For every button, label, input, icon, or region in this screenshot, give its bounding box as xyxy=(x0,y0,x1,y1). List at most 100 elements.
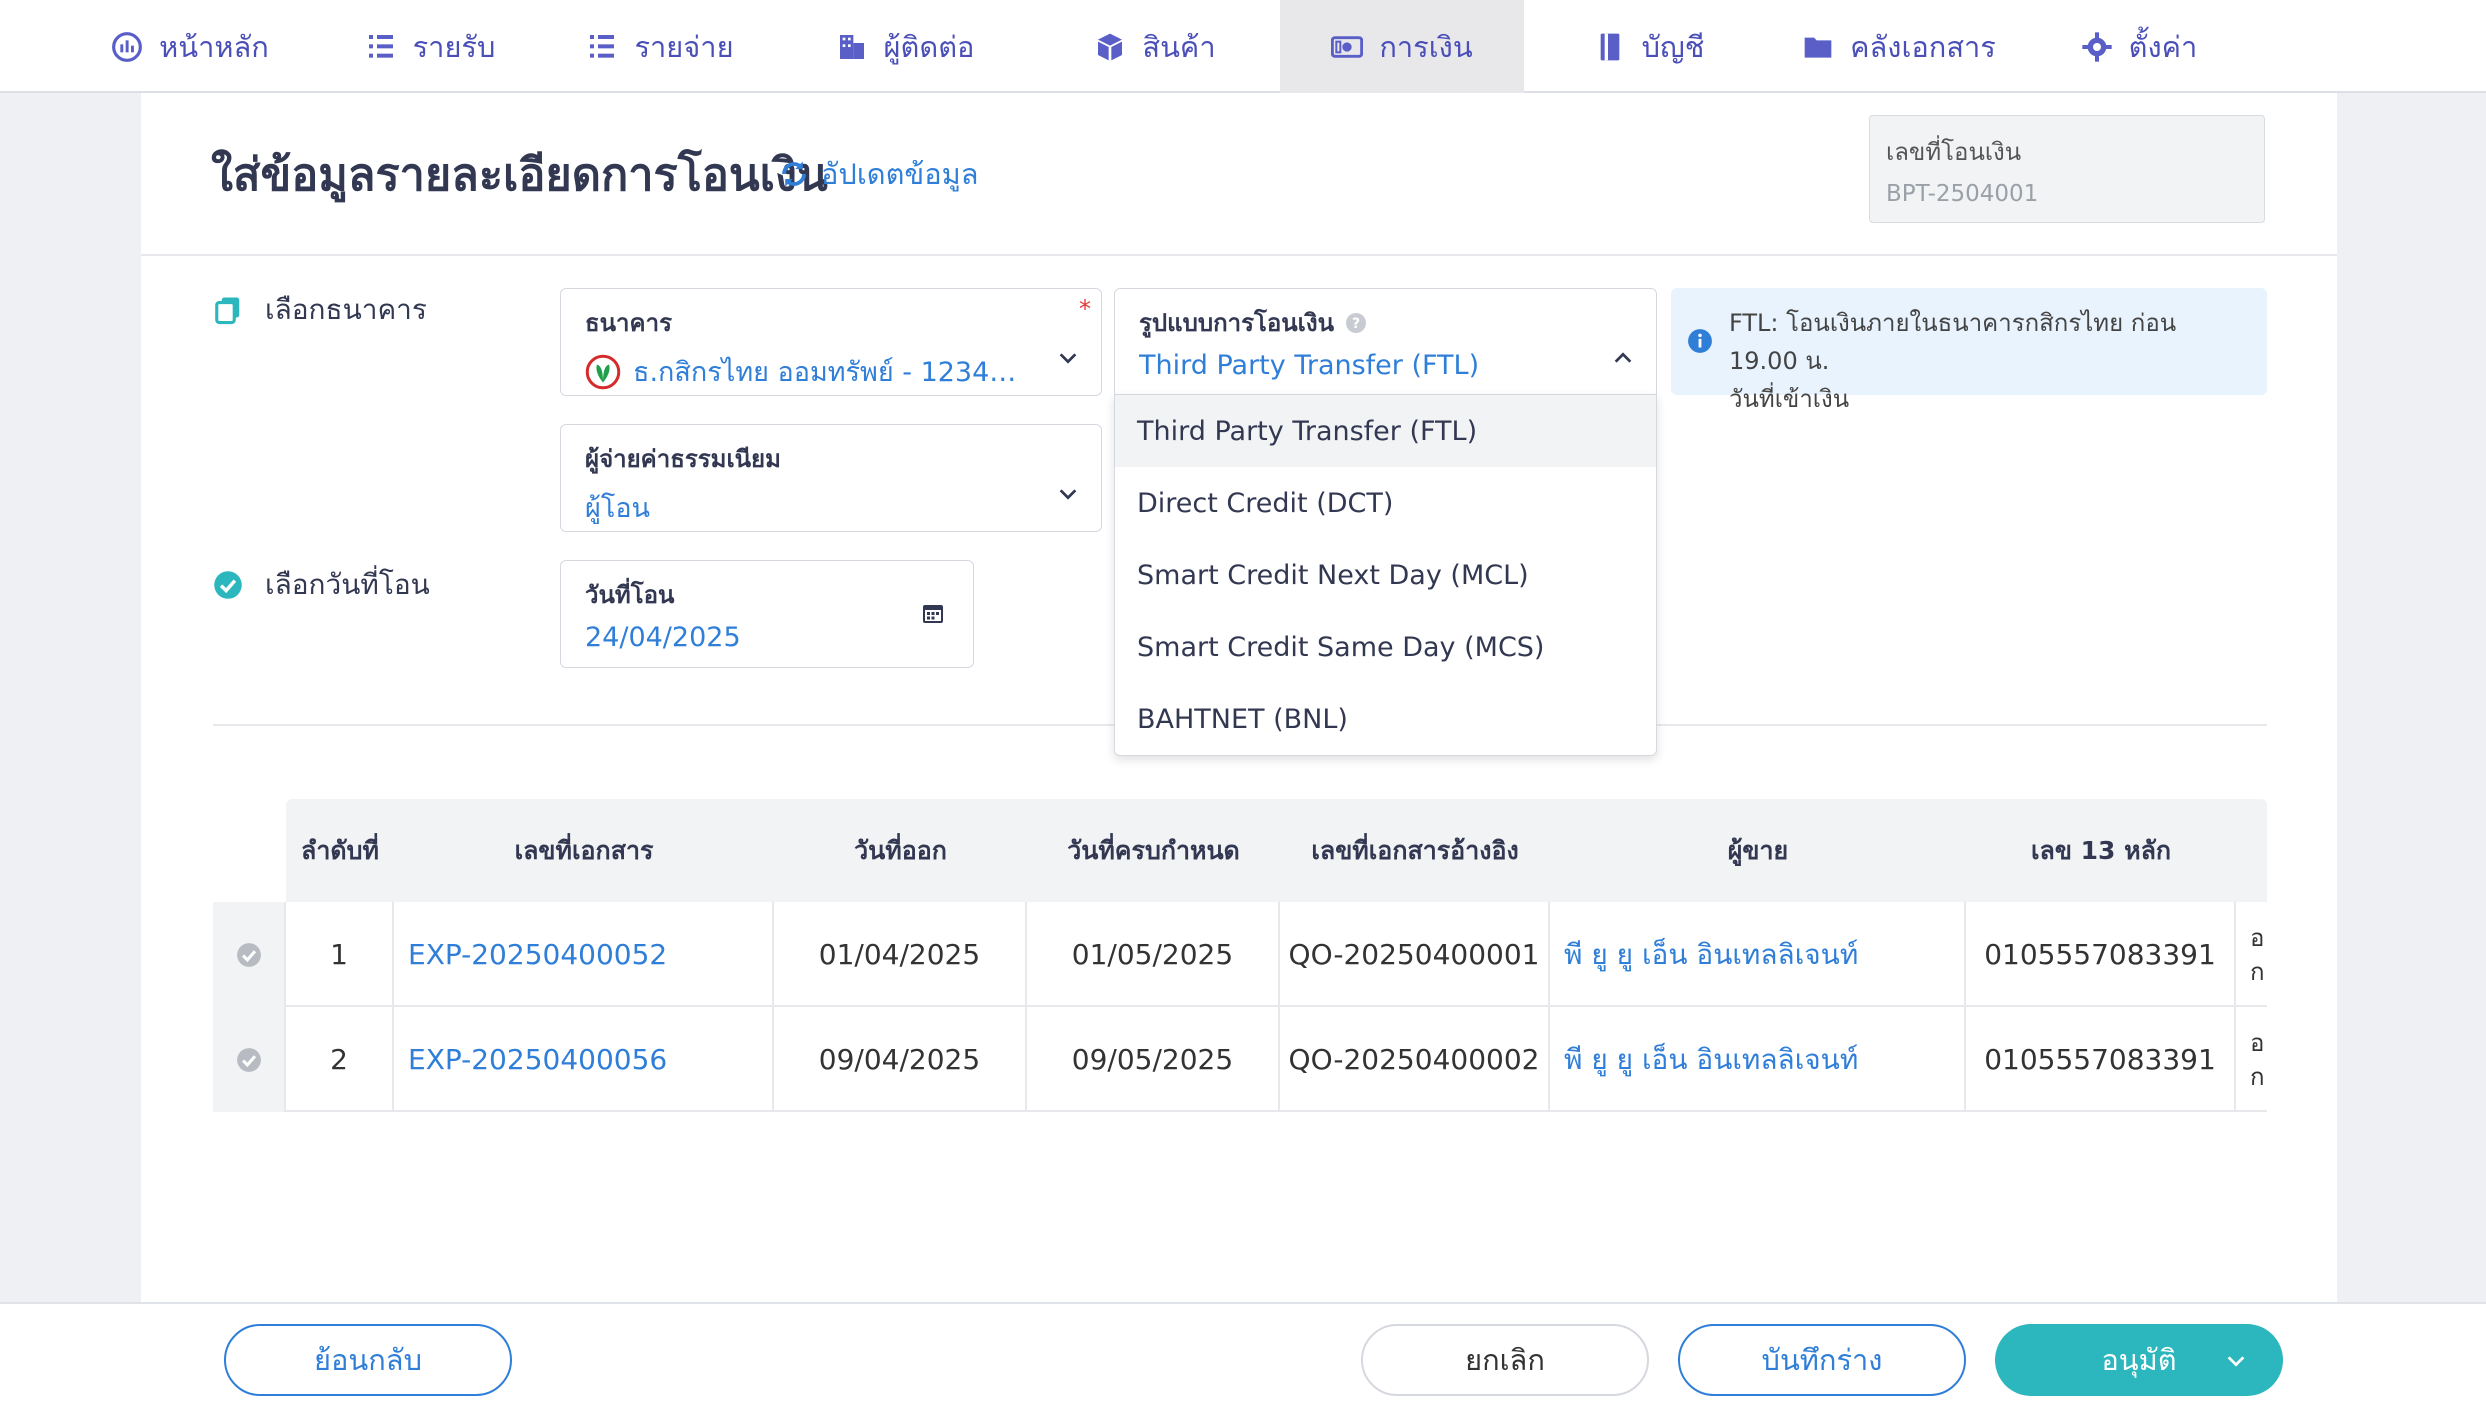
nav-item-home[interactable]: หน้าหลัก xyxy=(80,0,300,93)
nav-label: รายจ่าย xyxy=(634,29,734,64)
table-row[interactable]: 1 EXP-20250400052 01/04/2025 01/05/2025 … xyxy=(213,902,2267,1007)
copy-icon xyxy=(215,297,240,325)
bank-value: ธ.กสิกรไทย ออมทรัพย์ - 12345... xyxy=(585,350,1077,393)
chevron-down-icon[interactable] xyxy=(2225,1350,2247,1372)
row-check-icon xyxy=(236,942,261,967)
nav-item-income[interactable]: รายรับ xyxy=(320,0,540,93)
approve-button[interactable]: อนุมัติ xyxy=(1995,1324,2283,1396)
vendor-link[interactable]: พี ยู ยู เอ็น อินเทลลิเจนท์ xyxy=(1550,1007,1966,1112)
due-date: 09/05/2025 xyxy=(1027,1007,1280,1112)
transfer-number-value: BPT-2504001 xyxy=(1886,181,2039,207)
transfer-type-label: รูปแบบการโอนเงิน xyxy=(1139,309,1334,337)
tax-id: 0105557083391 xyxy=(1966,1007,2236,1112)
fee-payer-label: ผู้จ่ายค่าธรรมเนียม xyxy=(585,445,781,473)
transfer-date-value: 24/04/2025 xyxy=(585,622,741,653)
transfer-number-label: เลขที่โอนเงิน xyxy=(1886,138,2022,166)
help-icon[interactable]: ? xyxy=(1344,311,1368,335)
dropdown-option[interactable]: BAHTNET (BNL) xyxy=(1115,683,1656,755)
transfer-type-dropdown: Third Party Transfer (FTL) Direct Credit… xyxy=(1114,394,1657,756)
column-header: เลข 13 หลัก xyxy=(2030,835,2172,865)
check-circle-icon xyxy=(214,571,242,599)
table-row[interactable]: 2 EXP-20250400056 09/04/2025 09/05/2025 … xyxy=(213,1007,2267,1112)
info-line-2: วันที่เข้าเงิน xyxy=(1729,385,1850,413)
vendor-link[interactable]: พี ยู ยู เอ็น อินเทลลิเจนท์ xyxy=(1550,902,1966,1007)
transfer-type-label-row: รูปแบบการโอนเงิน ? xyxy=(1139,303,1632,342)
dropdown-option[interactable]: Direct Credit (DCT) xyxy=(1115,467,1656,539)
reference-number: QO-20250400001 xyxy=(1280,902,1550,1007)
transfer-number-field: เลขที่โอนเงิน BPT-2504001 xyxy=(1869,115,2265,223)
nav-item-expense[interactable]: รายจ่าย xyxy=(540,0,780,93)
table-header: ลำดับที่ เลขที่เอกสาร วันที่ออก วันที่คร… xyxy=(286,799,2267,902)
dropdown-option[interactable]: Third Party Transfer (FTL) xyxy=(1115,395,1656,467)
nav-item-accounting[interactable]: บัญชี xyxy=(1524,0,1774,93)
svg-text:?: ? xyxy=(1352,316,1360,332)
ledger-icon xyxy=(1600,33,1619,60)
money-icon xyxy=(1331,35,1364,58)
required-mark: * xyxy=(1079,295,1091,323)
column-header: ลำดับที่ xyxy=(301,835,379,865)
section-select-bank: เลือกธนาคาร xyxy=(213,288,427,332)
nav-item-finance[interactable]: การเงิน xyxy=(1280,0,1524,93)
save-draft-button[interactable]: บันทึกร่าง xyxy=(1678,1324,1966,1396)
column-header: ผู้ขาย xyxy=(1727,835,1789,865)
expense-icon xyxy=(590,34,615,58)
bank-value-text: ธ.กสิกรไทย ออมทรัพย์ - 12345... xyxy=(633,357,1027,388)
calendar-icon[interactable] xyxy=(921,601,945,625)
column-header: เลขที่เอกสาร xyxy=(514,835,654,865)
tax-id: 0105557083391 xyxy=(1966,902,2236,1007)
truncated-text: อ xyxy=(2250,923,2265,952)
dropdown-option[interactable]: Smart Credit Same Day (MCS) xyxy=(1115,611,1656,683)
nav-label: ผู้ติดต่อ xyxy=(883,29,975,64)
truncated-cell: อ ก xyxy=(2236,1007,2267,1112)
approve-label: อนุมัติ xyxy=(2101,1343,2177,1377)
building-icon xyxy=(839,34,864,59)
bottom-action-bar: ย้อนกลับ ยกเลิก บันทึกร่าง อนุมัติ xyxy=(0,1302,2486,1410)
transfer-form-card: ใส่ข้อมูลรายละเอียดการโอนเงิน อัปเดตข้อม… xyxy=(141,93,2337,1303)
transfer-info-box: FTL: โอนเงินภายในธนาคารกสิกรไทย ก่อน 19.… xyxy=(1671,288,2267,413)
issue-date: 09/04/2025 xyxy=(774,1007,1027,1112)
transfer-type-value: Third Party Transfer (FTL) xyxy=(1139,350,1480,381)
nav-item-documents[interactable]: คลังเอกสาร xyxy=(1774,0,2024,93)
nav-label: หน้าหลัก xyxy=(159,29,269,64)
folder-icon xyxy=(1804,37,1832,58)
row-select-cell[interactable] xyxy=(213,1007,286,1112)
transfer-type-select[interactable]: รูปแบบการโอนเงิน ? Third Party Transfer … xyxy=(1114,288,1657,396)
column-header: วันที่ครบกำหนด xyxy=(1067,835,1240,865)
truncated-text: อ xyxy=(2250,1028,2265,1057)
nav-item-products[interactable]: สินค้า xyxy=(1030,0,1280,93)
back-button[interactable]: ย้อนกลับ xyxy=(224,1324,512,1396)
row-number: 2 xyxy=(286,1007,394,1112)
box-icon xyxy=(1098,33,1123,60)
truncated-cell: อ ก xyxy=(2236,902,2267,1007)
document-number-link[interactable]: EXP-20250400052 xyxy=(394,902,774,1007)
page-title: ใส่ข้อมูลรายละเอียดการโอนเงิน xyxy=(211,148,828,201)
nav-label: คลังเอกสาร xyxy=(1850,29,1996,64)
kasikorn-bank-logo-icon xyxy=(585,354,621,389)
top-nav: หน้าหลัก รายรับ รายจ่าย ผู้ติดต่อ สินค้า… xyxy=(0,0,2486,93)
transfer-date-label: วันที่โอน xyxy=(585,581,675,609)
dashboard-icon xyxy=(112,31,143,62)
nav-label: ตั้งค่า xyxy=(2128,29,2198,64)
nav-label: สินค้า xyxy=(1142,29,1216,64)
refresh-icon xyxy=(782,161,806,187)
nav-label: รายรับ xyxy=(412,29,496,64)
chevron-down-icon xyxy=(1059,489,1077,500)
refresh-link[interactable]: อัปเดตข้อมูล xyxy=(779,151,979,197)
cancel-button[interactable]: ยกเลิก xyxy=(1361,1324,1649,1396)
nav-label: การเงิน xyxy=(1379,29,1473,64)
section-label: เลือกวันที่โอน xyxy=(265,568,430,601)
info-line-1: FTL: โอนเงินภายในธนาคารกสิกรไทย ก่อน 19.… xyxy=(1729,309,2177,375)
chevron-up-icon xyxy=(1614,352,1632,363)
document-number-link[interactable]: EXP-20250400056 xyxy=(394,1007,774,1112)
row-select-cell[interactable] xyxy=(213,902,286,1007)
dropdown-option[interactable]: Smart Credit Next Day (MCL) xyxy=(1115,539,1656,611)
transfer-date-field[interactable]: วันที่โอน 24/04/2025 xyxy=(560,560,974,668)
nav-item-contacts[interactable]: ผู้ติดต่อ xyxy=(780,0,1030,93)
column-header: เลขที่เอกสารอ้างอิง xyxy=(1311,835,1519,865)
nav-item-settings[interactable]: ตั้งค่า xyxy=(2024,0,2254,93)
fee-payer-select[interactable]: ผู้จ่ายค่าธรรมเนียม ผู้โอน xyxy=(560,424,1102,532)
bank-select[interactable]: * ธนาคาร ธ.กสิกรไทย ออมทรัพย์ - 12345... xyxy=(560,288,1102,396)
due-date: 01/05/2025 xyxy=(1027,902,1280,1007)
reference-number: QO-20250400002 xyxy=(1280,1007,1550,1112)
refresh-label: อัปเดตข้อมูล xyxy=(821,157,979,191)
